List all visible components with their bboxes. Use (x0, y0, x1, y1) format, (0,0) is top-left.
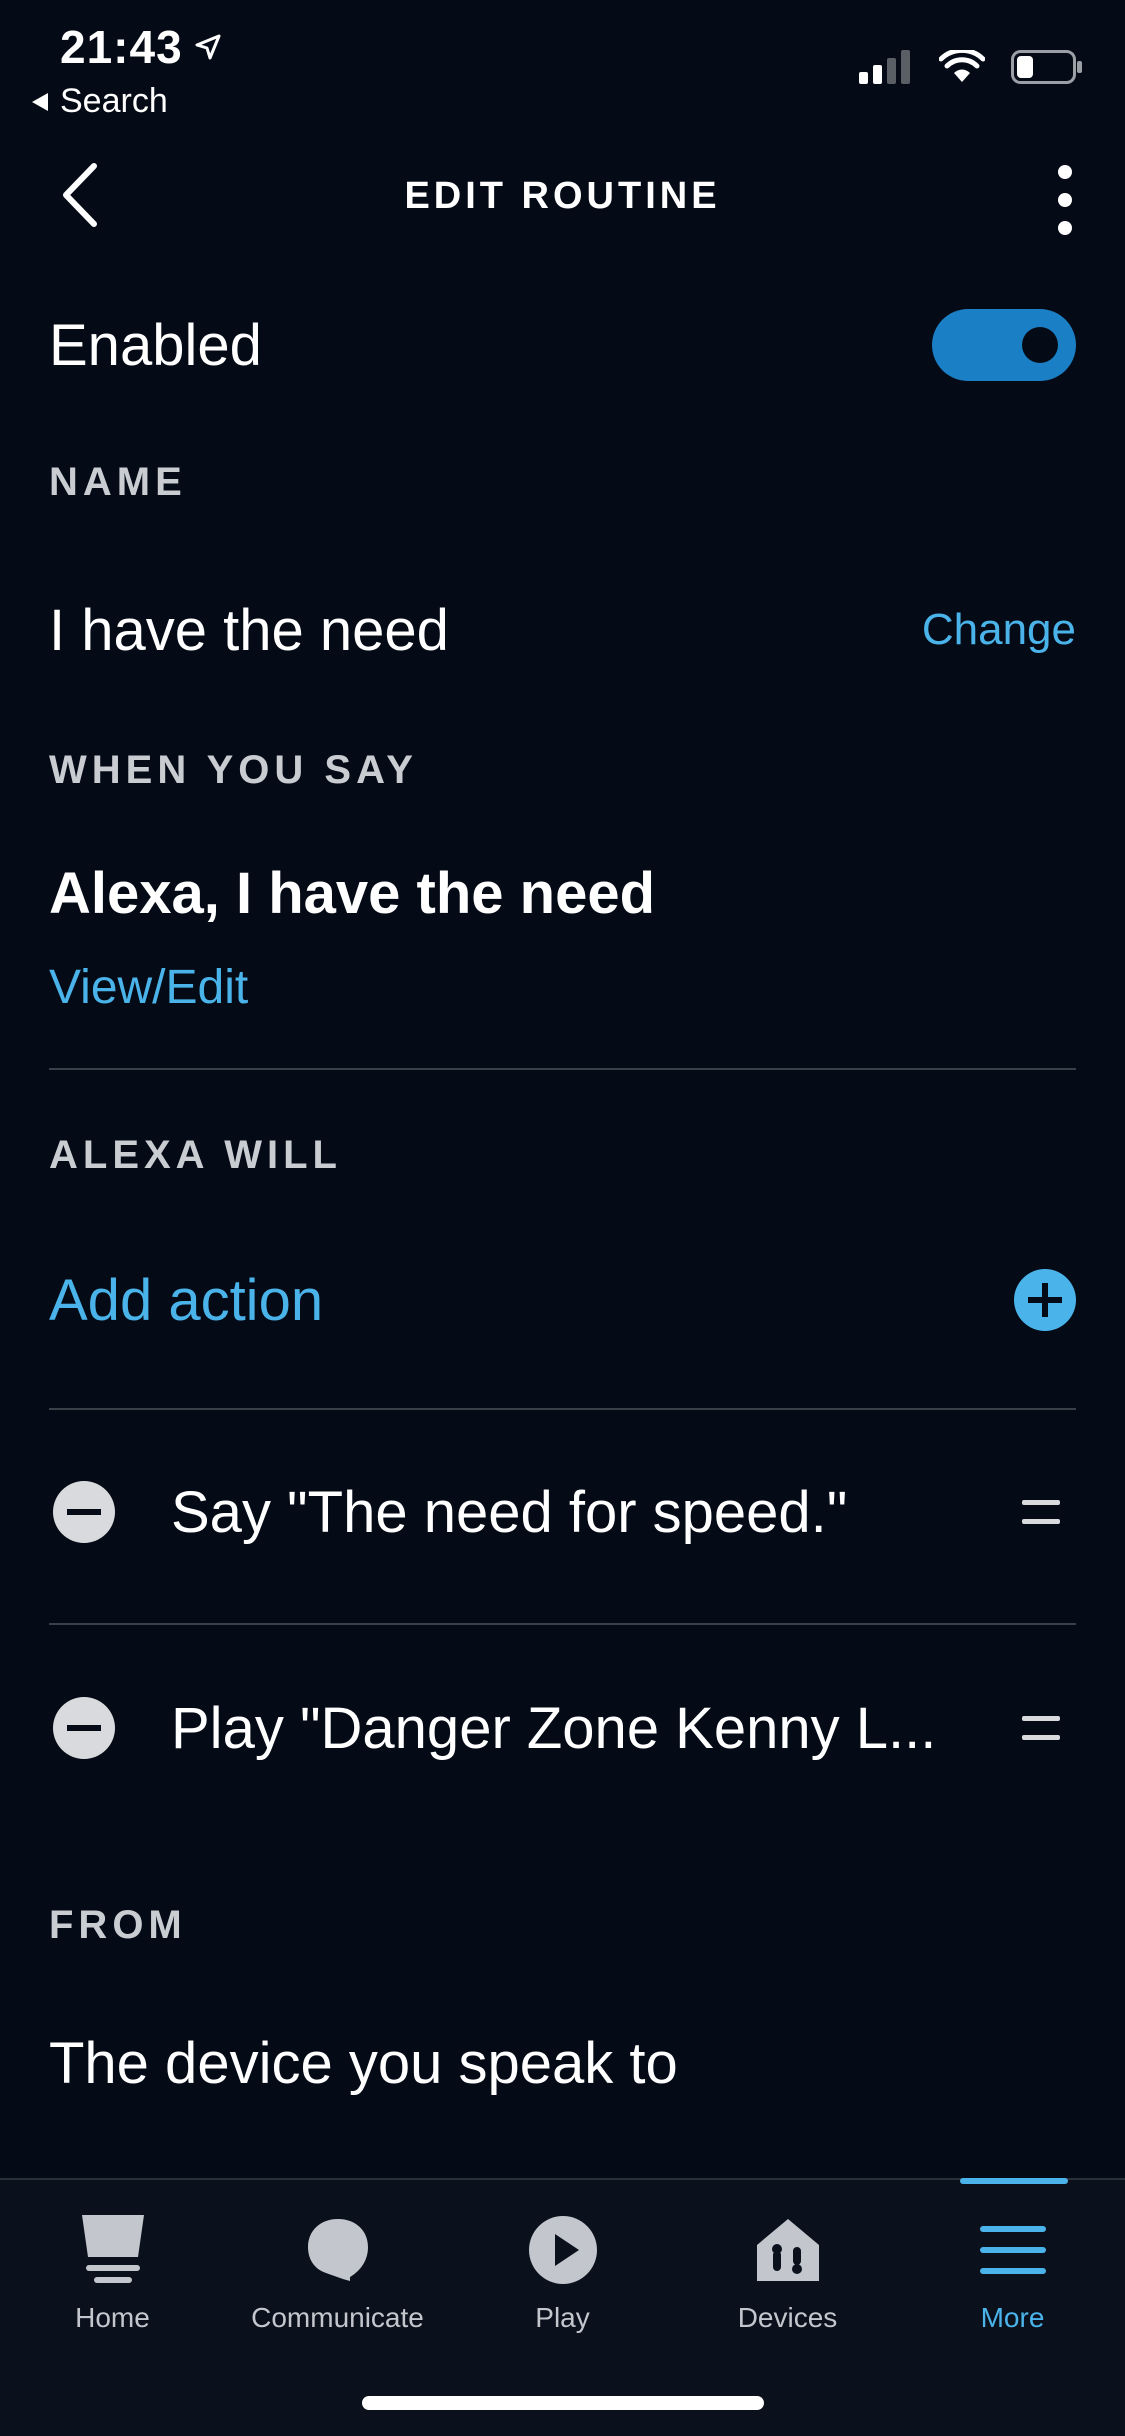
status-time: 21:43 (60, 20, 221, 74)
toggle-knob (1022, 327, 1058, 363)
drag-handle-icon[interactable] (1022, 1500, 1060, 1524)
status-time-text: 21:43 (60, 21, 183, 73)
action-row[interactable]: Play "Danger Zone Kenny L... (49, 1678, 1076, 1778)
screen: 21:43 Search EDIT ROUTINE Enabled NAME I… (0, 0, 1125, 2436)
divider (49, 1623, 1076, 1625)
action-row[interactable]: Say "The need for speed." (49, 1462, 1076, 1562)
tab-more[interactable]: More (900, 2210, 1125, 2334)
tab-label: Devices (737, 2302, 838, 2333)
divider (49, 1408, 1076, 1410)
status-indicators (859, 50, 1083, 84)
play-icon (523, 2210, 603, 2290)
dot-icon (1058, 221, 1072, 235)
status-back-link[interactable]: Search (30, 82, 168, 121)
hamburger-menu-icon (973, 2210, 1053, 2290)
location-arrow-icon (195, 34, 221, 60)
back-triangle-icon (32, 92, 48, 111)
cellular-signal-icon (859, 50, 910, 84)
tab-label: Play (535, 2302, 590, 2333)
tab-home[interactable]: Home (0, 2210, 225, 2334)
remove-circle-icon[interactable] (53, 1481, 115, 1543)
when-you-say-label: WHEN YOU SAY (49, 748, 418, 792)
tab-label: Home (75, 2302, 150, 2333)
from-device-value[interactable]: The device you speak to (49, 2030, 1076, 2097)
tab-label: More (980, 2302, 1045, 2333)
enabled-row: Enabled (49, 300, 1076, 390)
battery-icon (1011, 50, 1082, 84)
drag-handle-icon[interactable] (1022, 1716, 1060, 1740)
status-back-label: Search (60, 82, 168, 120)
home-icon (73, 2210, 153, 2290)
name-row: I have the need Change (49, 590, 1076, 670)
dot-icon (1058, 165, 1072, 179)
from-section-label: FROM (49, 1903, 187, 1947)
routine-name: I have the need (49, 597, 449, 663)
add-circle-icon[interactable] (1014, 1269, 1076, 1331)
devices-icon (748, 2210, 828, 2290)
dot-icon (1058, 193, 1072, 207)
view-edit-link[interactable]: View/Edit (49, 960, 1076, 1015)
wifi-icon (939, 50, 985, 82)
remove-circle-icon[interactable] (53, 1697, 115, 1759)
change-name-link[interactable]: Change (922, 605, 1076, 655)
page-title: EDIT ROUTINE (404, 175, 721, 217)
add-action-row[interactable]: Add action (49, 1255, 1076, 1345)
overflow-menu-button[interactable] (1045, 165, 1085, 235)
divider (49, 1068, 1076, 1070)
name-section-label: NAME (49, 460, 187, 504)
action-text: Play "Danger Zone Kenny L... (171, 1695, 937, 1761)
chat-bubble-icon (298, 2210, 378, 2290)
enabled-toggle[interactable] (932, 309, 1076, 381)
trigger-phrase: Alexa, I have the need (49, 861, 656, 926)
alexa-will-label: ALEXA WILL (49, 1133, 342, 1177)
add-action-link[interactable]: Add action (49, 1267, 323, 1334)
enabled-label: Enabled (49, 312, 262, 378)
tab-play[interactable]: Play (450, 2210, 675, 2334)
action-text: Say "The need for speed." (171, 1479, 848, 1545)
home-indicator[interactable] (362, 2396, 764, 2410)
tab-communicate[interactable]: Communicate (225, 2210, 450, 2334)
active-tab-indicator (960, 2178, 1068, 2184)
tab-devices[interactable]: Devices (675, 2210, 900, 2334)
tab-label: Communicate (251, 2302, 424, 2333)
